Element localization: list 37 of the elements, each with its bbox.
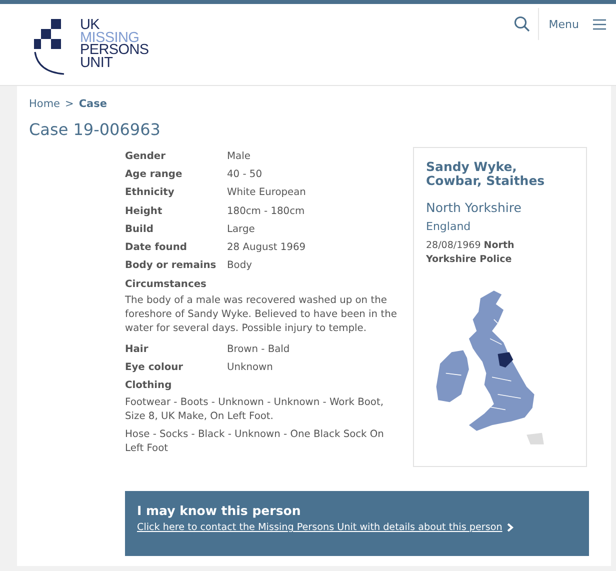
location-county: North Yorkshire — [426, 200, 522, 215]
breadcrumb-link[interactable]: Home — [29, 98, 60, 110]
detail-value: 40 - 50 — [227, 168, 262, 180]
detail-value: 28 August 1969 — [227, 242, 306, 254]
case-title: Case 19-006963 — [29, 120, 162, 139]
detail-value: White European — [227, 187, 306, 198]
detail-label: Build — [125, 224, 154, 235]
detail-label: Hair — [125, 344, 150, 355]
detail-value: Body — [227, 260, 252, 272]
detail-label: Circumstances — [125, 278, 208, 292]
detail-label: Date found — [125, 242, 188, 254]
detail-label: Ethnicity — [125, 187, 176, 198]
breadcrumb-current: Case — [78, 98, 107, 110]
location-country: England — [426, 220, 472, 233]
location-place: Sandy Wyke, Cowbar, Staithes — [426, 160, 546, 188]
contact-link[interactable]: Click here to contact the Missing Persons Unit with details about this person — [137, 522, 502, 533]
detail-label: Age range — [125, 168, 184, 180]
detail-paragraph: Hose - Socks - Black - Unknown - One Black Sock On Left Foot — [125, 428, 385, 456]
found-date-force: 28/08/1969 North Yorkshire Police — [426, 239, 516, 267]
breadcrumb-separator: > — [65, 98, 74, 110]
chevron-icon — [506, 523, 514, 532]
menu-icon — [593, 18, 606, 30]
detail-paragraph: Footwear - Boots - Unknown - Unknown - Work Boot, Size 8, UK Make, On Left Foot. — [125, 396, 384, 424]
detail-label: Body or remains — [125, 260, 218, 272]
detail-label: Clothing — [125, 379, 173, 394]
detail-value: Large — [227, 224, 255, 235]
detail-label: Gender — [125, 150, 166, 162]
detail-value: Male — [227, 150, 250, 162]
banner-heading: I may know this person — [137, 503, 302, 518]
detail-label: Height — [125, 206, 164, 217]
detail-paragraph: The body of a male was recovered washed up on the foreshore of Sandy Wyke. Believed to have been in the water for several days. Possible injury to temple. — [125, 294, 398, 336]
detail-value: Brown - Bald — [227, 344, 290, 355]
detail-label: Eye colour — [125, 362, 184, 374]
menu-button[interactable]: Menu — [538, 8, 616, 40]
detail-value: 180cm - 180cm — [227, 206, 305, 217]
detail-value: Unknown — [227, 362, 273, 374]
logo-text[interactable]: UK MISSING PERSONS UNIT — [80, 19, 149, 69]
